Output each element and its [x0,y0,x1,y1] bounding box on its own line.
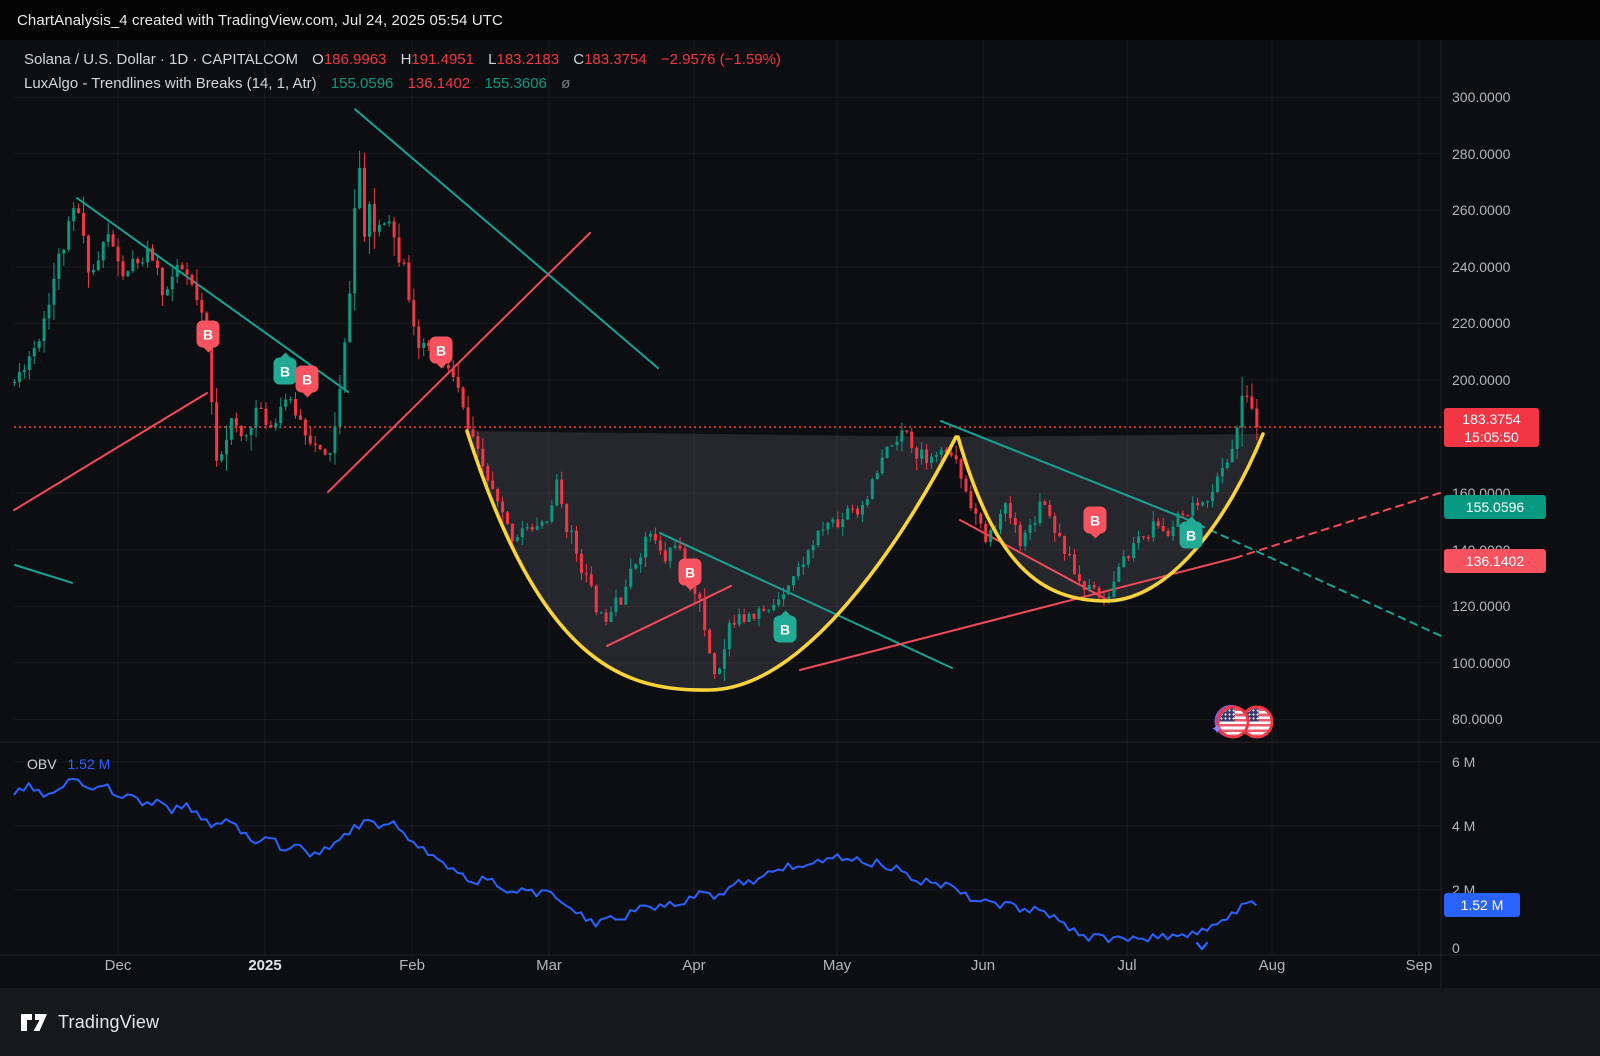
time-tick-label: Feb [399,957,425,974]
time-tick-label: Sep [1406,957,1433,974]
time-tick-label: Dec [105,957,132,974]
indicator-mid-value: 155.3606 [484,75,547,92]
last-price-badge: 183.3754 15:05:50 [1444,408,1539,447]
ohlc-high-label: H [401,51,412,68]
obv-tick-label: 4 M [1452,818,1475,834]
chart-canvas[interactable] [0,40,1600,988]
symbol-row[interactable]: Solana / U.S. Dollar · 1D · CAPITALCOM O… [24,51,781,68]
price-tick-label: 260.0000 [1452,202,1510,218]
price-tick-label: 120.0000 [1452,598,1510,614]
tradingview-screenshot: ChartAnalysis_4 created with TradingView… [0,0,1600,1056]
upper-trendline-badge: 155.0596 [1444,495,1546,519]
break-label-teal: B [774,616,797,643]
price-tick-label: 80.0000 [1452,711,1503,727]
indicator-row[interactable]: LuxAlgo - Trendlines with Breaks (14, 1,… [24,75,781,92]
price-tick-label: 280.0000 [1452,146,1510,162]
last-price-value: 183.3754 [1462,410,1520,428]
obv-value-badge: 1.52 M [1444,893,1520,917]
break-label-teal: B [274,358,297,385]
symbol-title: Solana / U.S. Dollar · 1D · CAPITALCOM [24,51,298,68]
ohlc-close-label: C [573,51,584,68]
indicator-name: LuxAlgo - Trendlines with Breaks (14, 1,… [24,75,317,92]
time-tick-label: Aug [1259,957,1286,974]
ohlc-high-value: 191.4951 [411,51,474,68]
ohlc-low-value: 183.2183 [497,51,560,68]
ohlc-close-value: 183.3754 [584,51,647,68]
obv-tick-label: 6 M [1452,754,1475,770]
sparkle-icon: ✦ [1211,720,1224,738]
break-label-red: B [679,559,702,586]
footer-bar: TradingView [0,988,1600,1056]
time-tick-label: 2025 [248,957,281,974]
obv-tick-label: 0 [1452,940,1460,956]
time-tick-label: May [823,957,851,974]
break-label-red: B [197,321,220,348]
break-label-red: B [1084,507,1107,534]
legend: Solana / U.S. Dollar · 1D · CAPITALCOM O… [24,51,781,92]
obv-badge-value: 1.52 M [1461,896,1504,914]
price-tick-label: 100.0000 [1452,655,1510,671]
title-bar: ChartAnalysis_4 created with TradingView… [0,0,1600,40]
obv-legend[interactable]: OBV 1.52 M [27,756,110,772]
upper-trendline-value: 155.0596 [1466,498,1524,516]
time-tick-label: Mar [536,957,562,974]
obv-value: 1.52 M [67,756,110,772]
change-value: −2.9576 (−1.59%) [661,51,781,68]
chart-widget[interactable]: Solana / U.S. Dollar · 1D · CAPITALCOM O… [0,40,1600,988]
price-tick-label: 200.0000 [1452,372,1510,388]
price-tick-label: 240.0000 [1452,259,1510,275]
ohlc-open-label: O [312,51,324,68]
price-tick-label: 220.0000 [1452,315,1510,331]
indicator-upper-value: 155.0596 [331,75,394,92]
price-tick-label: 300.0000 [1452,89,1510,105]
chevron-down-icon[interactable] [1195,938,1209,956]
indicator-avg-symbol: ø [561,75,570,92]
time-tick-label: Jul [1117,957,1136,974]
ohlc-low-label: L [488,51,496,68]
break-label-red: B [430,337,453,364]
lower-trendline-value: 136.1402 [1466,552,1524,570]
time-tick-label: Jun [971,957,995,974]
break-label-red: B [296,366,319,393]
tradingview-brand-text[interactable]: TradingView [58,1012,159,1033]
lower-trendline-badge: 136.1402 [1444,549,1546,573]
break-label-teal: B [1180,522,1203,549]
time-tick-label: Apr [682,957,705,974]
ohlc-open-value: 186.9963 [324,51,387,68]
obv-label: OBV [27,756,57,772]
bar-countdown: 15:05:50 [1464,428,1519,446]
tradingview-logo-icon[interactable] [20,1010,48,1034]
title-bar-text: ChartAnalysis_4 created with TradingView… [17,12,503,29]
indicator-lower-value: 136.1402 [408,75,471,92]
